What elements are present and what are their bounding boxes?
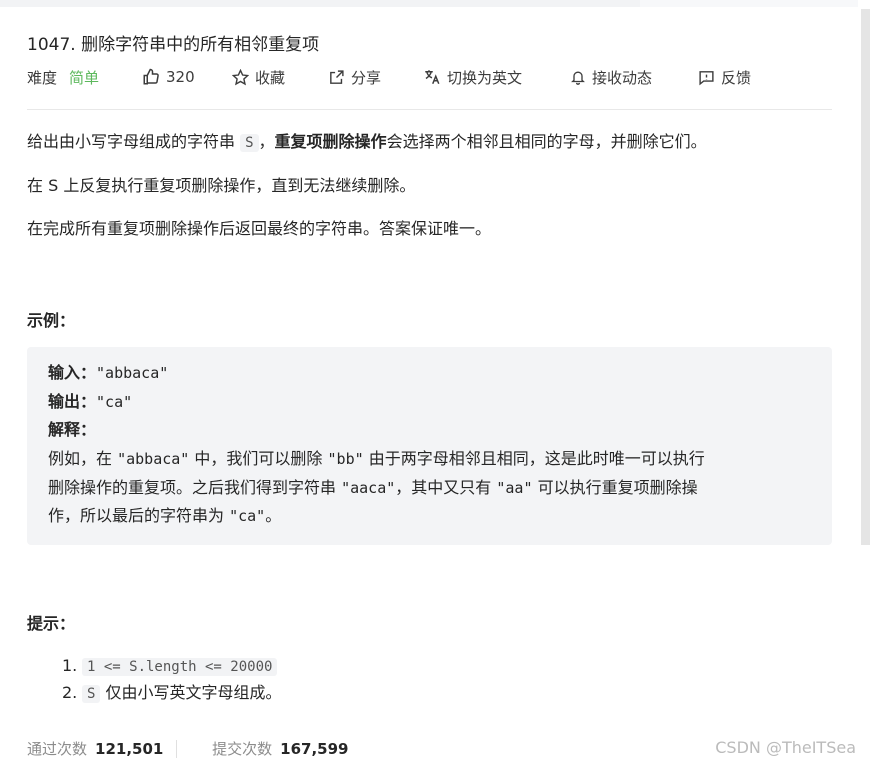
list-number: 1. [62,656,78,675]
difficulty-value: 简单 [69,68,100,87]
explain-code: "aaca" [341,479,396,497]
output-label: 输出： [48,392,97,411]
top-toolbar-segment [0,0,640,7]
thumbs-up-icon [142,68,160,86]
description-text: ， [258,132,275,151]
explain-line-2: 删除操作的重复项。之后我们得到字符串 "aaca"，其中又只有 "aa" 可以执… [48,477,698,499]
example-heading: 示例： [27,311,76,330]
description-paragraph-3: 在完成所有重复项删除操作后返回最终的字符串。答案保证唯一。 [27,219,492,238]
explain-line-3: 作，所以最后的字符串为 "ca"。 [48,505,281,527]
hints-heading: 提示： [27,614,76,633]
explain-text: 。 [265,506,282,525]
difficulty-label: 难度 [27,68,58,87]
translate-label: 切换为英文 [447,68,523,87]
stats-divider [176,740,177,758]
explain-text: 例如，在 [48,449,118,468]
bell-icon [570,69,586,86]
input-value: "abbaca" [96,364,169,382]
problem-title: 1047. 删除字符串中的所有相邻重复项 [27,35,320,55]
inline-code: S [240,134,259,152]
explain-line-1: 例如，在 "abbaca" 中，我们可以删除 "bb" 由于两字母相邻且相同，这… [48,448,705,470]
constraint-code: S [82,685,101,703]
example-block: 输入："abbaca" 输出："ca" 解释： 例如，在 "abbaca" 中，… [27,347,832,545]
explain-code: "bb" [327,450,364,468]
explain-code: "abbaca" [117,450,190,468]
constraint-text: 仅由小写英文字母组成。 [100,683,282,702]
feedback-label: 反馈 [721,68,752,87]
explain-label-text: 解释： [48,420,97,439]
translate-button[interactable]: 切换为英文 [423,64,522,90]
divider [27,109,832,110]
share-label: 分享 [351,68,382,87]
description-paragraph-1: 给出由小写字母组成的字符串 S ，重复项删除操作会选择两个相邻且相同的字母，并删除… [27,131,707,154]
favorite-label: 收藏 [255,68,286,87]
example-input: 输入："abbaca" [48,362,168,384]
description-text: 给出由小写字母组成的字符串 [27,132,241,151]
watermark: CSDN @TheITSea [715,738,856,757]
difficulty: 难度 简单 [27,64,99,90]
notify-button[interactable]: 接收动态 [570,64,652,90]
submitted-value: 167,599 [280,740,349,758]
notify-label: 接收动态 [592,68,653,87]
favorite-button[interactable]: 收藏 [232,64,285,90]
accepted-value: 121,501 [95,740,164,758]
explain-code: "aa" [496,479,533,497]
top-toolbar-strip [0,0,858,7]
like-button[interactable]: 320 [142,64,195,90]
explain-text: 删除操作的重复项。之后我们得到字符串 [48,478,342,497]
accepted-stat: 通过次数 121,501 [27,740,163,758]
submitted-stat: 提交次数 167,599 [212,740,348,758]
share-icon [328,69,345,86]
input-label: 输入： [48,363,97,382]
explain-text: 可以执行重复项删除操 [532,478,698,497]
translate-icon [423,68,441,86]
explain-label: 解释： [48,419,96,441]
list-number: 2. [62,683,78,702]
accepted-label: 通过次数 [27,740,88,758]
bold-term: 重复项删除操作 [274,132,387,151]
output-value: "ca" [96,393,133,411]
explain-code: "ca" [229,507,266,525]
feedback-button[interactable]: 反馈 [698,64,751,90]
problem-meta-bar: 难度 简单 320 收藏 分享 切换为英文 接收动态 反馈 [27,64,832,90]
explain-text: ，其中又只有 [395,478,497,497]
example-output: 输出："ca" [48,391,132,413]
submission-stats: 通过次数 121,501 提交次数 167,599 [27,738,348,760]
share-button[interactable]: 分享 [328,64,381,90]
explain-text: 中，我们可以删除 [189,449,328,468]
vertical-scrollbar[interactable] [861,9,870,545]
explain-text: 作，所以最后的字符串为 [48,506,230,525]
star-icon [232,68,249,86]
description-text: 会选择两个相邻且相同的字母，并删除它们。 [386,132,707,151]
submitted-label: 提交次数 [212,740,273,758]
description-paragraph-2: 在 S 上反复执行重复项删除操作，直到无法继续删除。 [27,176,416,195]
explain-text: 由于两字母相邻且相同，这是此时唯一可以执行 [363,449,705,468]
like-count: 320 [166,68,195,86]
constraint-code: 1 <= S.length <= 20000 [82,658,278,676]
feedback-icon [698,69,715,86]
